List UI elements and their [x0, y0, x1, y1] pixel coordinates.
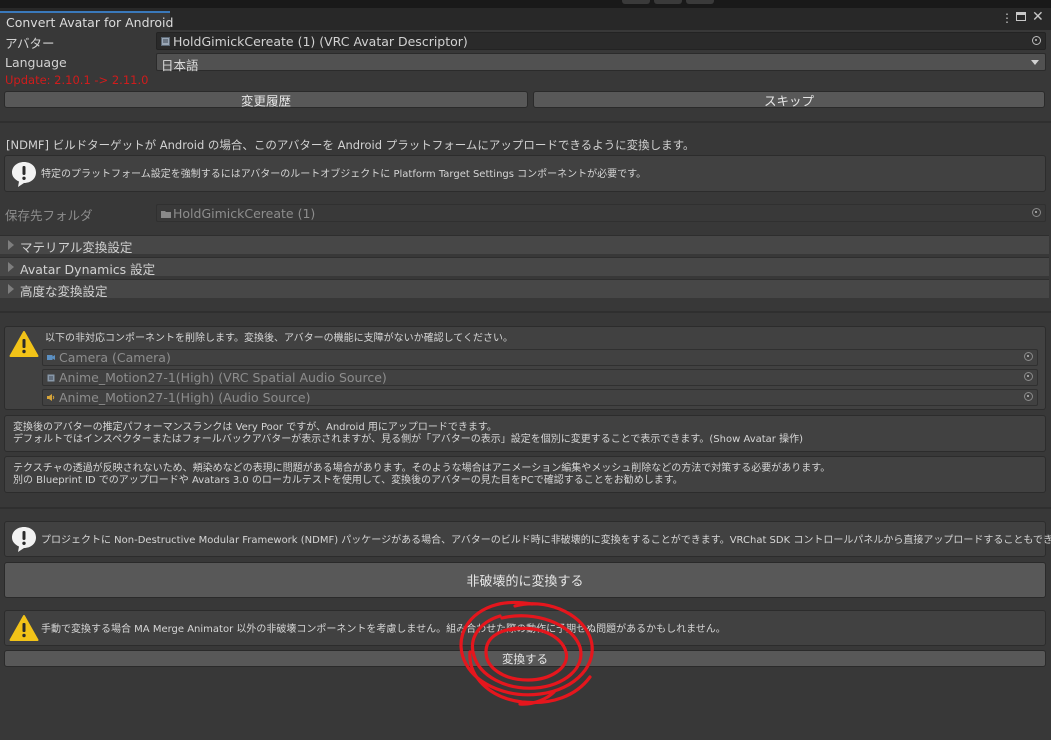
warning-icon	[9, 615, 39, 641]
script-icon	[161, 37, 170, 46]
window-title: Convert Avatar for Android	[6, 15, 174, 30]
folder-icon	[161, 211, 171, 218]
save-folder-value: HoldGimickCereate (1)	[173, 206, 316, 221]
object-picker-icon[interactable]	[1032, 36, 1041, 45]
audio-source-icon	[47, 394, 55, 401]
ndmf-info-text: プロジェクトに Non-Destructive Modular Framewor…	[41, 535, 1051, 546]
unsupported-components-box: 以下の非対応コンポーネントを削除します。変換後、アバターの機能に支障がないか確認…	[4, 326, 1046, 410]
texture-line2: 別の Blueprint ID でのアップロードや Avatars 3.0 のロ…	[13, 475, 683, 486]
section-divider	[0, 507, 1051, 509]
foldout-material-settings[interactable]: マテリアル変換設定	[0, 235, 1049, 255]
foldout-arrow-icon	[8, 240, 14, 250]
performance-line2: デフォルトではインスペクターまたはフォールバックアバターが表示されますが、見る側…	[13, 434, 804, 445]
maximize-icon[interactable]	[1016, 12, 1026, 21]
language-dropdown[interactable]: 日本語	[156, 53, 1046, 73]
history-button[interactable]: 変更履歴	[4, 91, 528, 108]
component-name: Camera (Camera)	[59, 350, 171, 365]
save-folder-field[interactable]: HoldGimickCereate (1)	[156, 204, 1046, 222]
close-icon[interactable]: ✕	[1032, 9, 1044, 25]
foldout-advanced-settings[interactable]: 高度な変換設定	[0, 279, 1049, 299]
platform-info-text: 特定のプラットフォーム設定を強制するにはアバターのルートオブジェクトに Plat…	[41, 169, 647, 180]
performance-info-box: 変換後のアバターの推定パフォーマンスランクは Very Poor ですが、And…	[4, 415, 1046, 452]
texture-info-box: テクスチャの透過が反映されないため、頬染めなどの表現に問題がある場合があります。…	[4, 456, 1046, 493]
foldout-avatar-dynamics[interactable]: Avatar Dynamics 設定	[0, 257, 1049, 277]
folder-picker-icon[interactable]	[1032, 208, 1041, 217]
object-picker-icon[interactable]	[1024, 392, 1033, 401]
foldout-label: Avatar Dynamics 設定	[20, 262, 156, 277]
editor-top-strip	[0, 0, 1051, 8]
section-divider	[0, 311, 1051, 313]
window-tab-bar: Convert Avatar for Android ⋮ ✕	[0, 8, 1051, 30]
foldout-label: 高度な変換設定	[20, 284, 108, 299]
language-label: Language	[5, 55, 67, 70]
window-tab[interactable]: Convert Avatar for Android	[0, 11, 174, 30]
convert-button-label: 変換する	[502, 651, 548, 666]
warning-icon	[9, 331, 39, 357]
object-picker-icon[interactable]	[1024, 372, 1033, 381]
language-value: 日本語	[161, 58, 199, 73]
unsupported-message: 以下の非対応コンポーネントを削除します。変換後、アバターの機能に支障がないか確認…	[45, 333, 513, 344]
avatar-value: HoldGimickCereate (1) (VRC Avatar Descri…	[173, 34, 468, 49]
section-divider	[0, 121, 1051, 123]
foldout-label: マテリアル変換設定	[20, 240, 133, 255]
manual-warning-text: 手動で変換する場合 MA Merge Animator 以外の非破壊コンポーネン…	[41, 624, 726, 635]
save-folder-label: 保存先フォルダ	[5, 208, 93, 223]
camera-icon	[47, 355, 55, 360]
script-icon	[47, 374, 55, 382]
toolbar-nub	[686, 0, 714, 4]
foldout-arrow-icon	[8, 262, 14, 272]
info-icon	[12, 527, 36, 552]
skip-button[interactable]: スキップ	[533, 91, 1045, 108]
toolbar-nub	[654, 0, 682, 4]
component-name: Anime_Motion27-1(High) (VRC Spatial Audi…	[59, 370, 387, 385]
manual-convert-warning-box: 手動で変換する場合 MA Merge Animator 以外の非破壊コンポーネン…	[4, 610, 1046, 646]
update-notice[interactable]: Update: 2.10.1 -> 2.11.0	[5, 73, 148, 87]
component-field-camera[interactable]: Camera (Camera)	[42, 349, 1038, 366]
component-name: Anime_Motion27-1(High) (Audio Source)	[59, 390, 311, 405]
component-field-audio-source[interactable]: Anime_Motion27-1(High) (Audio Source)	[42, 389, 1038, 406]
avatar-label: アバター	[5, 36, 55, 51]
intro-text: [NDMF] ビルドターゲットが Android の場合、このアバターを And…	[6, 138, 695, 152]
convert-button[interactable]: 変換する	[4, 650, 1046, 667]
toolbar-nub	[622, 0, 650, 4]
info-icon	[12, 162, 36, 187]
nondestructive-convert-button[interactable]: 非破壊的に変換する	[4, 562, 1046, 598]
component-field-spatial-audio[interactable]: Anime_Motion27-1(High) (VRC Spatial Audi…	[42, 369, 1038, 386]
avatar-field[interactable]: HoldGimickCereate (1) (VRC Avatar Descri…	[156, 32, 1046, 50]
platform-info-box: 特定のプラットフォーム設定を強制するにはアバターのルートオブジェクトに Plat…	[4, 155, 1046, 192]
chevron-down-icon	[1031, 60, 1039, 65]
object-picker-icon[interactable]	[1024, 352, 1033, 361]
skip-button-label: スキップ	[763, 93, 814, 108]
ndmf-info-box: プロジェクトに Non-Destructive Modular Framewor…	[4, 521, 1051, 557]
history-button-label: 変更履歴	[240, 93, 291, 108]
nondestructive-button-label: 非破壊的に変換する	[466, 574, 584, 590]
foldout-arrow-icon	[8, 284, 14, 294]
more-options-icon[interactable]: ⋮	[1001, 11, 1013, 25]
